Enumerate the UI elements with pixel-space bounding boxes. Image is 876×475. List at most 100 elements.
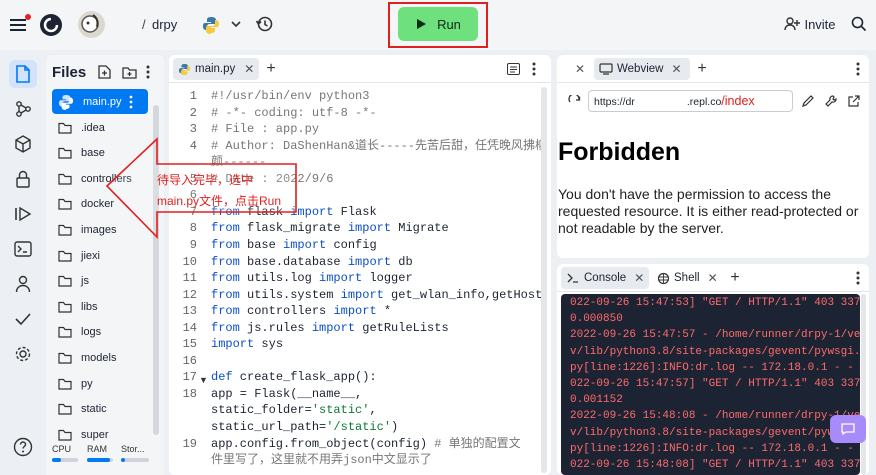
line-number: 10 [182,254,197,269]
console-menu-icon[interactable] [853,270,863,286]
file-label: main.py [83,95,122,108]
settings-gear-icon[interactable] [9,340,37,368]
folder-label: libs [81,300,98,313]
resource-ram: RAM [87,441,113,462]
folder-icon [58,199,72,210]
folder-icon [58,122,72,134]
line-number: 19 [182,436,197,451]
folder-icon [58,429,72,441]
files-menu-icon[interactable] [142,64,154,80]
python-file-icon [179,63,190,75]
shell-tab-label: Shell [674,272,700,284]
project-name[interactable]: drpy [152,17,177,32]
folder-icon [58,403,72,415]
replit-logo-icon[interactable] [38,12,64,38]
packages-icon[interactable] [9,130,37,158]
url-prefix: https://dr [594,96,635,108]
file-main-py[interactable]: main.py [52,89,148,114]
file-menu-icon[interactable] [129,95,133,109]
close-tab-icon[interactable]: ✕ [244,62,254,76]
code-text: def create_flask_app(): [211,370,377,385]
editor-menu-icon[interactable] [528,61,540,77]
annotation-line-2: main.py文件，点击Run [157,194,282,208]
chevron-down-icon[interactable] [229,17,243,31]
avatar[interactable] [78,11,105,38]
console-panel: Console ✕ Shell ✕ + 022-09-26 15:47:53] … [557,264,869,475]
fold-arrow-icon[interactable]: ▼ [199,375,208,385]
new-folder-icon[interactable] [121,64,137,80]
annotation-line-1: 待导入完毕，选中 [157,173,254,187]
devtools-wrench-icon[interactable] [823,93,839,109]
code-text: from controllers import * [211,304,392,319]
close-tab-icon[interactable]: ✕ [671,62,681,76]
code-line: 18 app = Flask(__name__, [169,386,541,403]
folder-item[interactable]: libs [52,294,148,319]
help-icon[interactable] [9,433,37,461]
code-line: 13 from controllers import * [169,303,541,320]
folder-label: jiexi [81,249,100,262]
url-domain: .repl.co [686,96,722,108]
resource-cpu: CPU [52,441,78,462]
folder-icon [58,378,72,390]
folder-item[interactable]: logs [52,320,148,345]
open-new-tab-icon[interactable] [846,93,862,109]
new-tab-icon[interactable]: + [727,269,743,286]
code-text: from utils.log import logger [211,271,413,286]
editor-panel: main.py ✕ + 1 #!/usr/bin/env python3 2 # -*… [169,55,551,475]
new-file-icon[interactable] [96,64,112,80]
webview-menu-icon[interactable] [853,61,863,77]
webview-tab[interactable]: Webview ✕ [594,58,690,80]
folder-icon [58,352,72,364]
files-title: Files [52,64,87,81]
checkmark-icon[interactable] [9,305,37,333]
invite-button[interactable]: Invite [779,11,841,37]
debugger-icon[interactable] [9,200,37,228]
terminal-line: v/lib/python3.8/site-packages/gevent/pyw… [570,345,860,358]
history-icon[interactable] [253,13,275,35]
run-button[interactable]: Run [398,7,478,41]
line-number: 14 [182,320,197,335]
new-tab-icon[interactable]: + [263,60,279,77]
editor-tab[interactable]: main.py ✕ [173,58,259,80]
code-line: 2 # -*- coding: utf-8 -*- [169,105,541,122]
chat-feedback-button[interactable] [830,415,866,443]
code-text: from base.database import db [211,254,413,269]
format-icon[interactable] [505,62,521,76]
shell-tab[interactable]: Shell ✕ [654,267,726,289]
folder-icon [58,301,72,313]
new-tab-icon[interactable]: + [694,60,710,77]
terminal-scrollbar[interactable] [861,294,866,475]
folder-label: logs [81,326,102,339]
python-language-icon[interactable] [199,13,223,37]
folder-item[interactable]: js [52,269,148,294]
folder-item[interactable]: py [52,371,148,396]
folder-item[interactable]: models [52,345,148,370]
git-icon[interactable] [9,95,37,123]
close-tab-icon[interactable]: ✕ [708,271,718,285]
url-bar[interactable]: https://dr .repl.co/index [588,90,793,112]
close-pane-icon[interactable]: ✕ [575,62,585,76]
refresh-icon[interactable] [566,93,582,109]
multiplayer-user-icon[interactable] [9,270,37,298]
line-number: 13 [182,304,197,319]
folder-item[interactable]: jiexi [52,243,148,268]
forbidden-heading: Forbidden [558,138,681,166]
terminal-line: 022-09-26 15:47:57] "GET / HTTP/1.1" 403… [570,378,860,391]
line-number: 11 [182,271,197,286]
code-text: app.config.from_object(config) # 单独的配置文 [211,436,521,451]
files-tool-icon[interactable] [9,60,37,88]
menu-icon[interactable] [8,14,31,36]
close-tab-icon[interactable]: ✕ [634,271,644,285]
console-tab[interactable]: Console ✕ [561,267,649,289]
search-icon[interactable] [848,13,870,35]
secrets-lock-icon[interactable] [9,165,37,193]
editor-scrollbar[interactable] [541,87,547,473]
terminal-prompt-icon [567,273,578,283]
terminal-output[interactable]: 022-09-26 15:47:53] "GET / HTTP/1.1" 403… [561,294,860,475]
shell-icon[interactable] [9,235,37,263]
edit-pencil-icon[interactable] [800,93,816,109]
terminal-line: 0.000850 [570,313,623,326]
terminal-line: v/lib/python3.8/site-packages/gevent/pyw… [570,426,860,439]
line-number: 18 [182,386,197,401]
folder-item[interactable]: static [52,397,148,422]
